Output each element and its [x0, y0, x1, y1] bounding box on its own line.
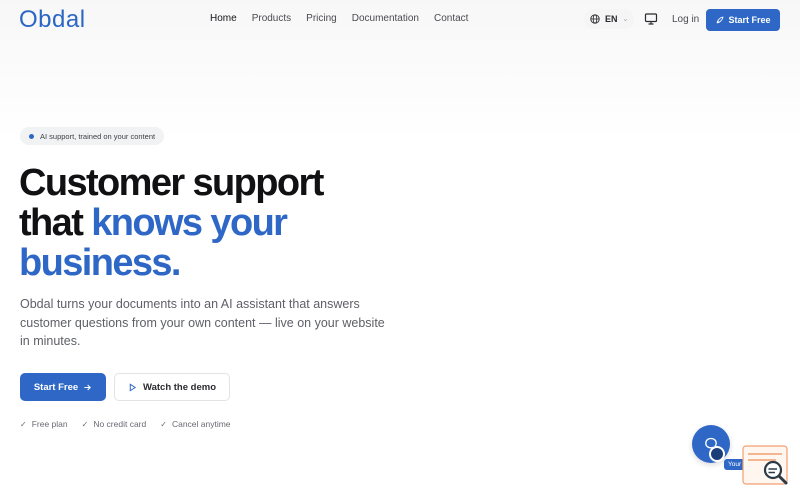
nav-products[interactable]: Products [252, 13, 291, 24]
headline-line3: business. [19, 242, 181, 284]
hero-subtitle: Obdal turns your documents into an AI as… [20, 297, 385, 348]
headline-line2: that knows your [19, 203, 439, 243]
monitor-icon[interactable] [643, 11, 659, 27]
chat-avatar [709, 446, 725, 462]
start-free-label: Start Free [728, 15, 771, 25]
hero-badge: AI support, trained on your content [20, 127, 165, 145]
nav-home[interactable]: Home [210, 13, 237, 24]
perk-item: ✓ Cancel anytime [160, 419, 230, 429]
start-free-button-label: Start Free [33, 381, 79, 393]
globe-icon [590, 14, 600, 24]
start-free-button-header[interactable]: Start Free [706, 9, 780, 31]
search-widget[interactable] [742, 444, 790, 486]
headline-line2-plain: that [19, 202, 92, 244]
language-selector[interactable]: EN ⌄ [584, 9, 635, 29]
perk-label: Cancel anytime [171, 419, 231, 429]
play-icon [129, 382, 137, 392]
headline-line1: Customer support [19, 162, 324, 204]
badge-dot [29, 133, 34, 139]
language-label: EN [605, 14, 618, 24]
watch-demo-label: Watch the demo [142, 381, 216, 393]
start-free-button[interactable]: Start Free [20, 373, 106, 401]
check-icon: ✓ [20, 419, 27, 429]
nav-documentation[interactable]: Documentation [352, 13, 419, 24]
watch-demo-button[interactable]: Watch the demo [114, 373, 230, 401]
perk-item: ✓ No credit card [82, 419, 147, 429]
headline-line2-blue: knows your [91, 202, 288, 244]
arrow-right-icon [84, 384, 92, 390]
nav-contact[interactable]: Contact [434, 13, 468, 24]
logo[interactable]: Obdal [19, 6, 86, 34]
hero-headline: Customer support that knows your busines… [19, 163, 439, 283]
chevron-down-icon: ⌄ [622, 16, 629, 23]
check-icon: ✓ [160, 419, 167, 429]
badge-text: AI support, trained on your content [40, 131, 156, 141]
site-header: Obdal Home Products Pricing Documentatio… [0, 0, 800, 42]
main-nav: Home Products Pricing Documentation Cont… [210, 13, 468, 24]
nav-pricing[interactable]: Pricing [306, 13, 337, 24]
login-link[interactable]: Log in [672, 14, 699, 25]
perks-list: ✓ Free plan ✓ No credit card ✓ Cancel an… [20, 419, 231, 429]
perk-label: Free plan [31, 419, 68, 429]
perk-item: ✓ Free plan [20, 419, 68, 429]
rocket-icon [716, 16, 724, 24]
check-icon: ✓ [81, 419, 89, 429]
perk-label: No credit card [93, 419, 147, 429]
